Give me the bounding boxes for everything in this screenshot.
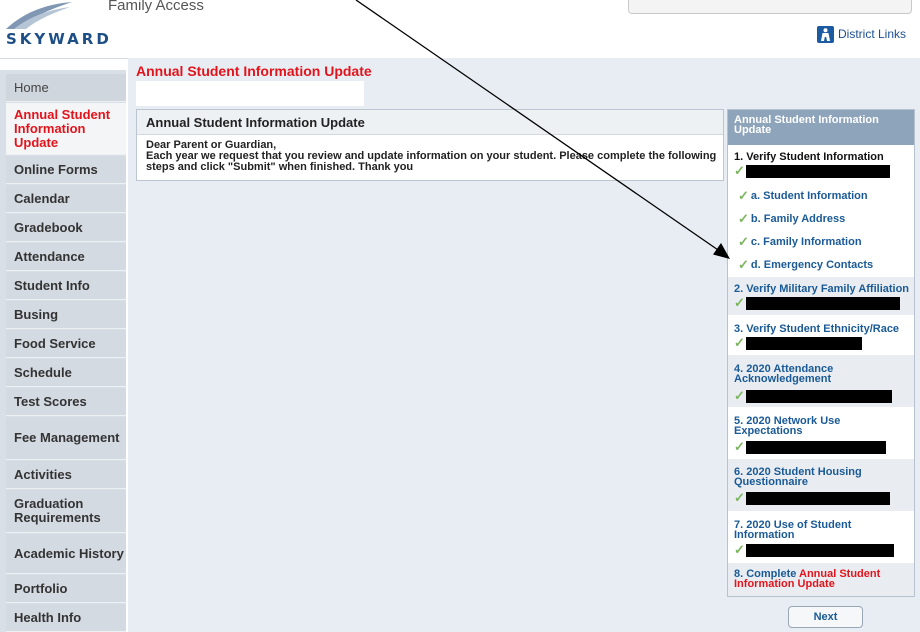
substep-family-address[interactable]: ✓ b. Family Address <box>738 208 914 230</box>
redacted-student-name <box>746 337 862 350</box>
substep-label: b. Family Address <box>750 213 846 225</box>
checkmark-icon: ✓ <box>734 542 745 557</box>
page-title: Annual Student Information Update <box>136 63 372 79</box>
sidebar-item-label: Home <box>14 79 49 95</box>
step-8[interactable]: 8. Complete Annual Student Information U… <box>728 563 914 596</box>
district-icon <box>817 25 834 43</box>
step-label: 7. 2020 Use of Student Information <box>734 519 852 541</box>
step-1[interactable]: 1. Verify Student Information ✓ <box>728 145 914 185</box>
intro-box: Annual Student Information Update Dear P… <box>136 109 724 181</box>
sidebar-item-activities[interactable]: Activities <box>6 461 126 489</box>
steps-panel-header: Annual Student Information Update <box>728 110 914 145</box>
substep-emergency-contacts[interactable]: ✓ d. Emergency Contacts <box>738 254 914 276</box>
redacted-student-name <box>746 297 900 310</box>
sidebar-item-calendar[interactable]: Calendar <box>6 185 126 213</box>
step-label: 2. Verify Military Family Affiliation <box>734 283 910 295</box>
step-7[interactable]: 7. 2020 Use of Student Information ✓ <box>728 511 914 563</box>
sidebar-item-label: Fee Management <box>14 430 120 445</box>
sidebar-item-label: Online Forms <box>14 161 98 177</box>
sidebar-item-label: Busing <box>14 306 59 322</box>
step-label: 5. 2020 Network Use Expectations <box>734 415 841 437</box>
checkmark-icon: ✓ <box>738 211 749 226</box>
redacted-student-name <box>746 390 892 403</box>
checkmark-icon: ✓ <box>738 234 749 249</box>
sidebar-item-label: Food Service <box>14 335 96 351</box>
district-links-label: District Links <box>838 27 907 41</box>
student-selector-area <box>136 81 364 106</box>
sidebar-item-label: Portfolio <box>14 580 68 596</box>
sidebar: Home Annual Student Information Update O… <box>0 70 126 632</box>
app-name: Family Access <box>108 0 204 14</box>
step-label: 4. 2020 Attendance Acknowledgement <box>734 363 834 385</box>
redacted-student-name <box>746 165 890 178</box>
sidebar-item-graduation-requirements[interactable]: Graduation Requirements <box>6 490 126 533</box>
sidebar-item-test-scores[interactable]: Test Scores <box>6 388 126 416</box>
sidebar-item-schedule[interactable]: Schedule <box>6 359 126 387</box>
sidebar-item-busing[interactable]: Busing <box>6 301 126 329</box>
steps-panel-title: Annual Student Information Update <box>734 114 879 136</box>
sidebar-item-academic-history[interactable]: Academic History <box>6 534 126 574</box>
sidebar-item-gradebook[interactable]: Gradebook <box>6 214 126 242</box>
sidebar-item-label: Annual Student Information Update <box>14 106 111 150</box>
sidebar-item-online-forms[interactable]: Online Forms <box>6 156 126 184</box>
substep-student-information[interactable]: ✓ a. Student Information <box>738 185 914 207</box>
intro-text: Dear Parent or Guardian, Each year we re… <box>146 140 721 173</box>
sidebar-item-label: Calendar <box>14 190 70 206</box>
sidebar-item-label: Health Info <box>14 609 82 625</box>
sidebar-item-attendance[interactable]: Attendance <box>6 243 126 271</box>
intro-box-header: Annual Student Information Update <box>137 110 723 135</box>
sidebar-item-food-service[interactable]: Food Service <box>6 330 126 358</box>
redacted-student-name <box>746 441 886 454</box>
sidebar-item-fee-management[interactable]: Fee Management <box>6 417 126 460</box>
sidebar-item-label: Test Scores <box>14 393 87 409</box>
checkmark-icon: ✓ <box>734 490 745 505</box>
sidebar-item-label: Gradebook <box>14 219 83 235</box>
substep-family-information[interactable]: ✓ c. Family Information <box>738 231 914 253</box>
step-6[interactable]: 6. 2020 Student Housing Questionnaire ✓ <box>728 459 914 511</box>
sidebar-item-label: Student Info <box>14 277 90 293</box>
intro-box-title: Annual Student Information Update <box>146 115 365 130</box>
redacted-student-name <box>746 492 890 505</box>
step-5[interactable]: 5. 2020 Network Use Expectations ✓ <box>728 407 914 459</box>
redacted-student-name <box>746 544 894 557</box>
sidebar-item-label: Graduation Requirements <box>14 496 101 525</box>
district-links-link[interactable]: District Links <box>817 25 906 43</box>
intro-body: Each year we request that you review and… <box>146 150 717 173</box>
sidebar-item-annual-student-information-update[interactable]: Annual Student Information Update <box>6 103 126 155</box>
step-2[interactable]: 2. Verify Military Family Affiliation ✓ <box>728 277 914 315</box>
steps-panel: Annual Student Information Update 1. Ver… <box>727 109 915 597</box>
checkmark-icon: ✓ <box>734 295 745 310</box>
sidebar-item-student-info[interactable]: Student Info <box>6 272 126 300</box>
sidebar-item-portfolio[interactable]: Portfolio <box>6 575 126 603</box>
checkmark-icon: ✓ <box>734 163 745 178</box>
sidebar-item-home[interactable]: Home <box>6 74 126 102</box>
sidebar-item-label: Activities <box>14 466 72 482</box>
substep-label: c. Family Information <box>750 236 862 248</box>
checkmark-icon: ✓ <box>734 388 745 403</box>
step-4[interactable]: 4. 2020 Attendance Acknowledgement ✓ <box>728 355 914 407</box>
sidebar-item-label: Academic History <box>14 545 124 561</box>
step-label: 3. Verify Student Ethnicity/Race <box>734 323 900 335</box>
skyward-logo: SKYWARD <box>6 30 112 48</box>
sidebar-item-health-info[interactable]: Health Info <box>6 604 126 632</box>
skyward-swoosh-icon <box>6 2 72 29</box>
checkmark-icon: ✓ <box>738 188 749 203</box>
next-button[interactable]: Next <box>788 606 863 628</box>
step-label: 1. Verify Student Information <box>734 151 884 163</box>
top-search-bar[interactable] <box>628 0 912 14</box>
step-3[interactable]: 3. Verify Student Ethnicity/Race ✓ <box>728 315 914 355</box>
checkmark-icon: ✓ <box>734 335 745 350</box>
step-label: 8. Complete Annual Student Information U… <box>734 569 894 590</box>
substep-label: a. Student Information <box>750 190 868 202</box>
checkmark-icon: ✓ <box>734 439 745 454</box>
substep-label: d. Emergency Contacts <box>750 259 874 271</box>
sidebar-item-label: Attendance <box>14 248 85 264</box>
checkmark-icon: ✓ <box>738 257 749 272</box>
sidebar-item-label: Schedule <box>14 364 72 380</box>
top-header: SKYWARD Family Access District Links <box>0 0 920 59</box>
step-label: 6. 2020 Student Housing Questionnaire <box>734 466 862 488</box>
